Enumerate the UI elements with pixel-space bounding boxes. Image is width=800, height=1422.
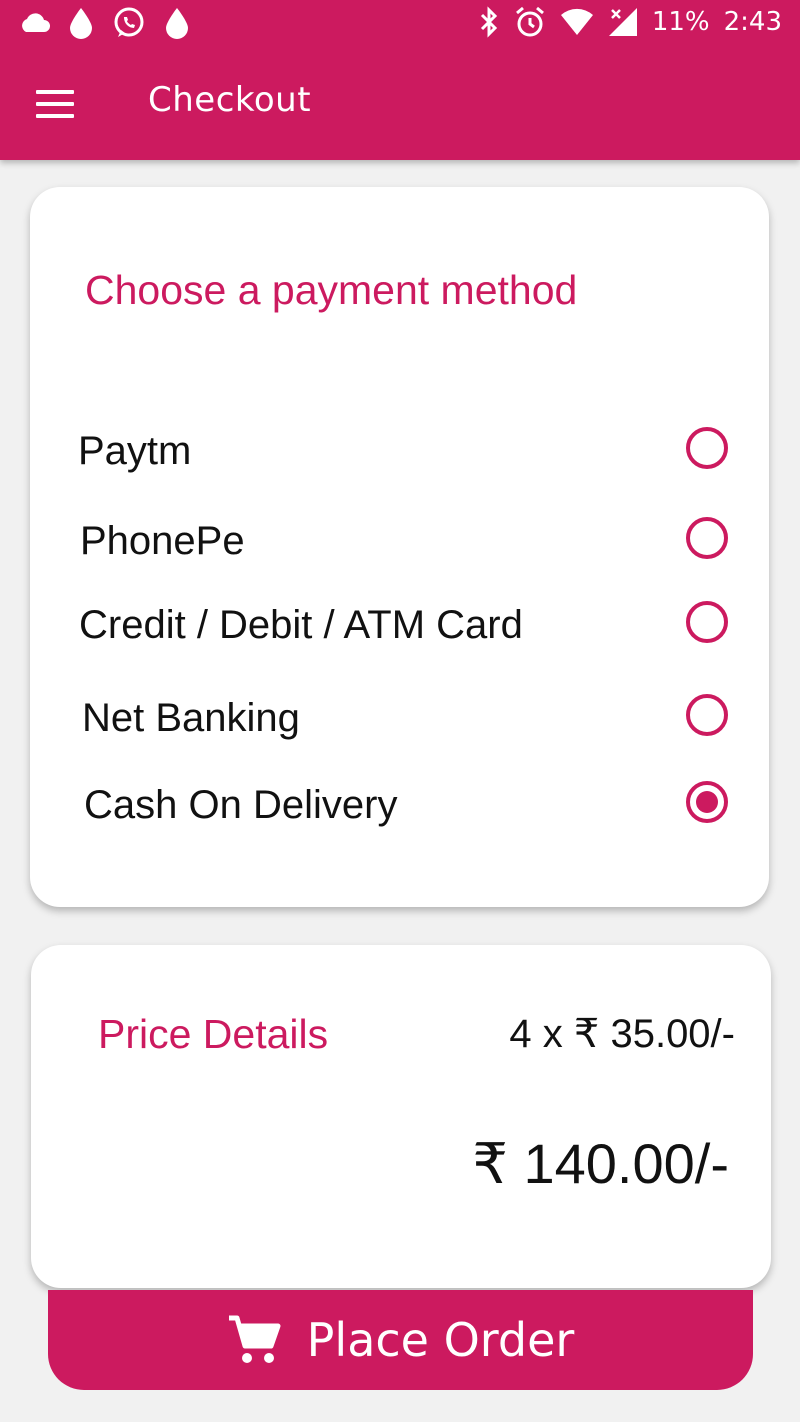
status-bar: 11% 2:43 [0,0,800,50]
drop-icon [70,8,92,39]
drop-icon [166,8,188,39]
cloud-icon [22,13,50,32]
payment-option-label: PhonePe [80,519,245,563]
radio-button-cash-on-delivery[interactable] [686,781,728,823]
toolbar: Checkout [0,60,800,150]
payment-option-card[interactable]: Credit / Debit / ATM Card [79,589,728,659]
payment-option-label: Cash On Delivery [84,783,398,827]
alarm-icon [515,6,544,37]
payment-heading: Choose a payment method [85,267,578,313]
place-order-label: Place Order [306,1313,575,1367]
radio-button-paytm[interactable] [686,427,728,469]
price-details-heading: Price Details [98,1011,329,1057]
radio-button-card[interactable] [686,601,728,643]
whatsapp-icon [114,7,144,37]
signal-icon [608,8,637,36]
wifi-icon [560,8,593,35]
payment-option-phonepe[interactable]: PhonePe [80,505,728,575]
payment-option-label: Net Banking [82,696,300,740]
radio-button-net-banking[interactable] [686,694,728,736]
place-order-button[interactable]: Place Order [48,1290,753,1390]
payment-option-label: Credit / Debit / ATM Card [79,603,523,647]
menu-icon[interactable] [28,82,84,128]
radio-button-phonepe[interactable] [686,517,728,559]
payment-option-label: Paytm [78,429,192,473]
payment-option-paytm[interactable]: Paytm [78,415,728,485]
unit-price: 4 x ₹ 35.00/- [509,1012,735,1056]
price-details-card: Price Details 4 x ₹ 35.00/- ₹ 140.00/- [31,945,771,1288]
battery-percent: 11% [651,7,710,37]
status-time: 2:43 [723,7,782,37]
bluetooth-icon [480,6,497,38]
total-price: ₹ 140.00/- [472,1132,729,1195]
page-title: Checkout [148,80,312,120]
app-bar: 11% 2:43 Checkout [0,0,800,160]
payment-option-net-banking[interactable]: Net Banking [82,682,728,752]
payment-option-cash-on-delivery[interactable]: Cash On Delivery [84,769,728,839]
payment-method-card: Choose a payment method Paytm PhonePe Cr… [30,187,769,907]
cart-icon [228,1315,281,1363]
